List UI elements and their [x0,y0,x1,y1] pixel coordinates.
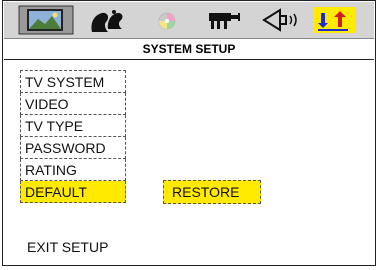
setup-panel: SYSTEM SETUP TV SYSTEM VIDEO TV TYPE PAS… [2,0,376,266]
exit-setup-link[interactable]: EXIT SETUP [27,239,108,255]
menu-item-default[interactable]: DEFAULT [20,181,126,203]
setup-menu: TV SYSTEM VIDEO TV TYPE PASSWORD RATING … [20,70,126,203]
menu-item-tv-type[interactable]: TV TYPE [20,115,126,137]
restore-option[interactable]: RESTORE [163,180,261,204]
page-title: SYSTEM SETUP [4,39,374,60]
menu-item-tv-system[interactable]: TV SYSTEM [20,70,126,93]
speaker-volume-icon[interactable] [254,5,310,35]
menu-item-video[interactable]: VIDEO [20,93,126,115]
audio-disc-icon[interactable] [139,5,195,35]
general-setup-icon[interactable] [18,5,74,35]
setup-tab-bar [4,2,374,39]
video-camera-icon[interactable] [197,5,253,35]
preference-arrows-icon[interactable] [313,7,355,33]
menu-item-password[interactable]: PASSWORD [20,137,126,159]
menu-item-rating[interactable]: RATING [20,159,126,181]
speaker-setup-icon[interactable] [78,5,134,35]
